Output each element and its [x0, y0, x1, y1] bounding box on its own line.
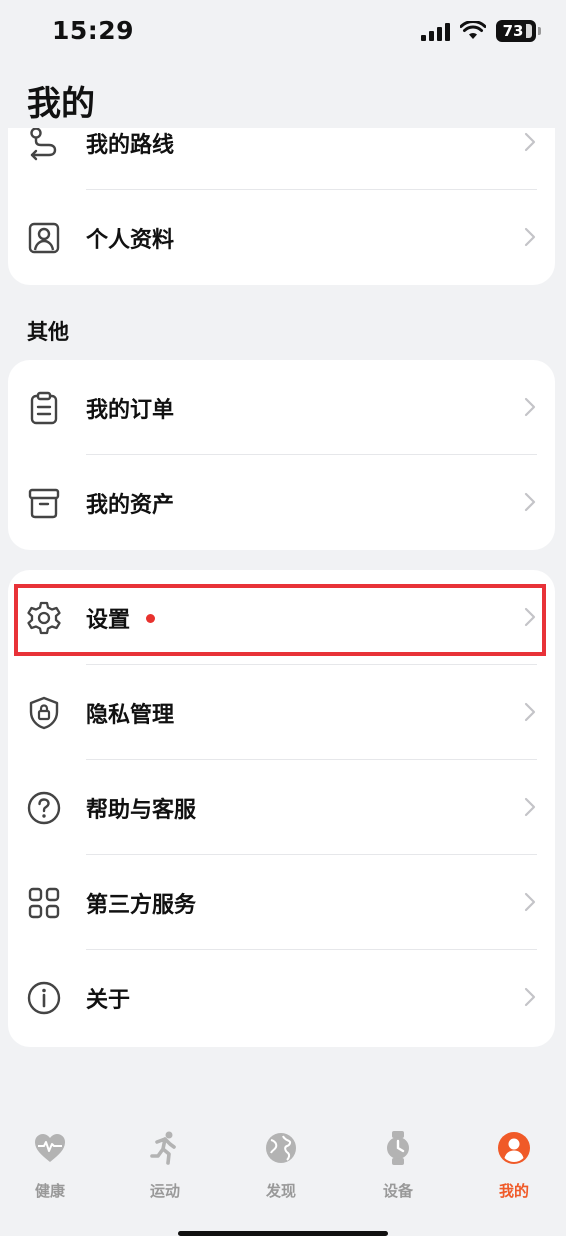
page-title-text: 我的 — [27, 84, 95, 124]
globe-icon — [266, 1133, 296, 1163]
tab-label: 我的 — [498, 1182, 529, 1200]
menu-item-label: 关于 — [86, 988, 131, 1013]
menu-item-profile[interactable]: 个人资料 — [8, 190, 555, 285]
menu-item-label: 我的路线 — [86, 133, 175, 158]
menu-item-label: 个人资料 — [86, 228, 175, 253]
chevron-right-icon — [524, 797, 536, 817]
box-icon — [28, 488, 60, 519]
shield-lock-icon — [29, 696, 59, 730]
chevron-right-icon — [524, 892, 536, 912]
help-icon — [27, 791, 61, 825]
tab-health[interactable]: 健康 — [0, 1130, 100, 1210]
clipboard-icon — [30, 391, 58, 425]
user-avatar-icon — [498, 1132, 530, 1164]
menu-item-about[interactable]: 关于 — [8, 950, 555, 1045]
chevron-right-icon — [524, 132, 536, 152]
menu-item-third-party[interactable]: 第三方服务 — [8, 855, 555, 950]
chevron-right-icon — [524, 987, 536, 1007]
status-bar: 15:29 73 — [0, 0, 566, 62]
menu-item-privacy[interactable]: 隐私管理 — [8, 665, 555, 760]
watch-icon — [387, 1131, 409, 1165]
info-icon — [27, 981, 61, 1015]
menu-item-my-assets[interactable]: 我的资产 — [8, 455, 555, 550]
chevron-right-icon — [524, 227, 536, 247]
tab-discover[interactable]: 发现 — [231, 1130, 331, 1210]
menu-item-label: 我的资产 — [86, 493, 175, 518]
tab-exercise[interactable]: 运动 — [115, 1130, 215, 1210]
apps-grid-icon — [28, 887, 60, 919]
running-icon — [150, 1131, 176, 1165]
section-title-other: 其他 — [27, 320, 69, 344]
chevron-right-icon — [524, 702, 536, 722]
menu-item-label: 第三方服务 — [86, 893, 197, 918]
tab-label: 设备 — [382, 1182, 413, 1200]
cellular-signal-icon — [421, 21, 450, 41]
status-time: 15:29 — [52, 16, 135, 45]
tab-devices[interactable]: 设备 — [348, 1130, 448, 1210]
wifi-icon — [460, 21, 486, 39]
menu-item-label: 帮助与客服 — [86, 798, 197, 823]
menu-item-label: 我的订单 — [86, 398, 175, 423]
profile-icon — [28, 222, 60, 254]
tab-label: 运动 — [149, 1182, 180, 1200]
chevron-right-icon — [524, 492, 536, 512]
route-icon — [30, 127, 57, 161]
battery-icon: 73 — [496, 20, 541, 42]
battery-level: 73 — [502, 22, 524, 40]
home-indicator[interactable] — [178, 1231, 388, 1236]
orders-card: 我的订单 我的资产 — [8, 360, 555, 550]
tab-label: 发现 — [265, 1182, 296, 1200]
highlight-box — [14, 584, 546, 656]
tab-label: 健康 — [34, 1182, 65, 1200]
tab-me[interactable]: 我的 — [464, 1130, 564, 1210]
menu-item-help[interactable]: 帮助与客服 — [8, 760, 555, 855]
menu-item-label: 隐私管理 — [86, 703, 175, 728]
bottom-tab-bar: 健康 运动 发现 设备 我的 — [0, 1108, 566, 1236]
heart-pulse-icon — [35, 1134, 65, 1162]
chevron-right-icon — [524, 397, 536, 417]
menu-item-my-orders[interactable]: 我的订单 — [8, 360, 555, 455]
